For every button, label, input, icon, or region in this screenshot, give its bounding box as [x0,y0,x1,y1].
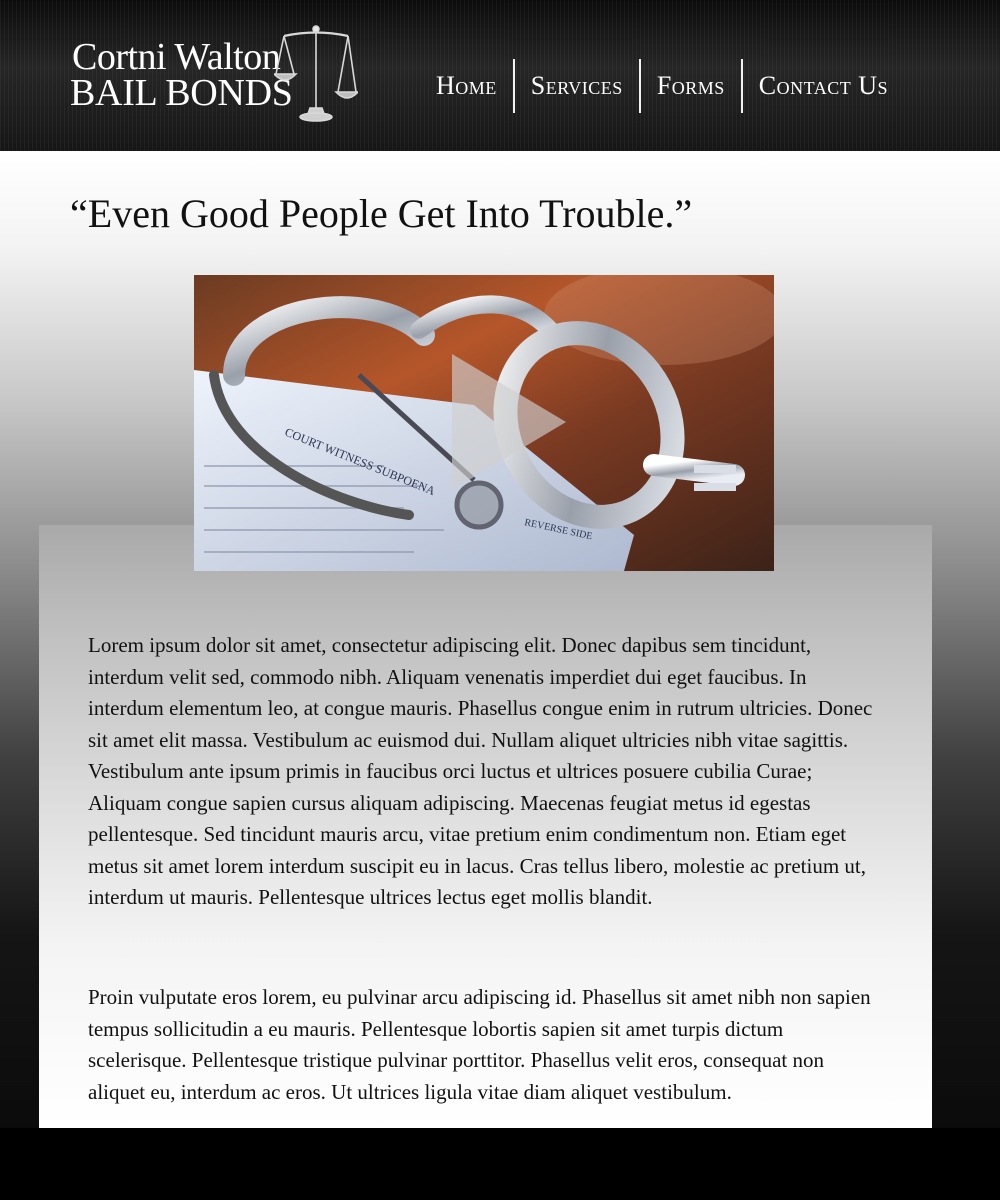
main-nav: Home Services Forms Contact Us [420,58,904,114]
video-player[interactable]: COURT WITNESS SUBPOENA REVERSE SIDE [194,275,774,571]
scales-of-justice-icon [274,25,358,122]
footer-band [0,1128,1000,1200]
logo-name-line1: Cortni Walton [72,36,281,78]
body-paragraph-2: Proin vulputate eros lorem, eu pulvinar … [88,985,871,1104]
nav-forms[interactable]: Forms [641,58,741,114]
page-tagline: “Even Good People Get Into Trouble.” [70,191,693,236]
logo[interactable]: Cortni Walton BAIL BONDS [70,22,370,132]
nav-services[interactable]: Services [515,58,639,114]
body-paragraph-1: Lorem ipsum dolor sit amet, consectetur … [88,633,873,909]
site-header: Cortni Walton BAIL BONDS Home Services F… [0,0,1000,151]
nav-home[interactable]: Home [420,58,513,114]
logo-name-line2: BAIL BONDS [70,72,293,114]
nav-contact-us[interactable]: Contact Us [743,58,904,114]
play-icon[interactable] [450,352,570,492]
